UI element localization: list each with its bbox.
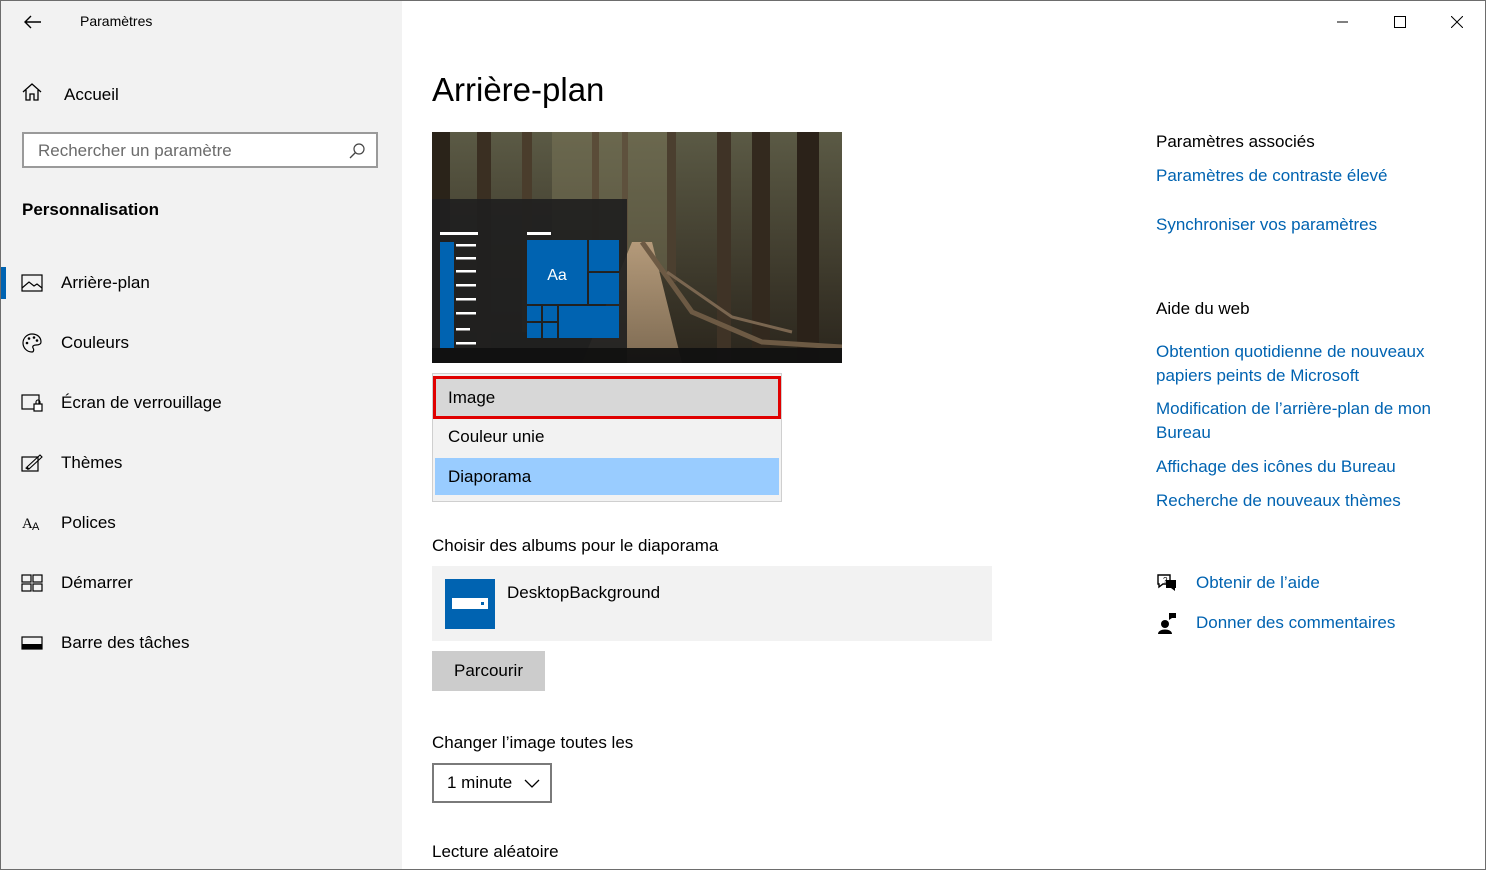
albums-label: Choisir des albums pour le diaporama: [432, 536, 719, 555]
selection-indicator: [1, 267, 6, 299]
sidebar-item-label: Arrière-plan: [61, 273, 150, 292]
folder-icon: [445, 579, 495, 629]
sidebar-item-label: Écran de verrouillage: [61, 393, 222, 412]
dropdown-option-couleur-unie[interactable]: Couleur unie: [435, 418, 779, 455]
link-icones-bureau[interactable]: Affichage des icônes du Bureau: [1156, 455, 1396, 479]
maximize-icon[interactable]: [1371, 1, 1428, 43]
lock-screen-icon: [21, 392, 43, 414]
sidebar-item-couleurs[interactable]: Couleurs: [1, 323, 402, 363]
shuffle-label: Lecture aléatoire: [432, 842, 559, 861]
home-label: Accueil: [64, 84, 119, 104]
section-title: Personnalisation: [22, 200, 159, 219]
browse-button[interactable]: Parcourir: [432, 651, 545, 691]
settings-window: Paramètres Accueil Personnalisation Arri…: [0, 0, 1486, 870]
link-modification-arriere-plan[interactable]: Modification de l’arrière-plan de mon Bu…: [1156, 397, 1456, 445]
link-papiers-peints[interactable]: Obtention quotidienne de nouveaux papier…: [1156, 340, 1456, 388]
album-item[interactable]: DesktopBackground: [432, 566, 992, 641]
interval-select[interactable]: 1 minute: [432, 763, 552, 803]
sidebar-item-label: Couleurs: [61, 333, 130, 352]
sidebar-item-themes[interactable]: Thèmes: [1, 443, 402, 483]
start-icon: [21, 572, 43, 594]
web-help-heading: Aide du web: [1156, 299, 1250, 318]
sidebar-item-label: Démarrer: [61, 573, 133, 592]
app-title: Paramètres: [80, 13, 153, 29]
picture-icon: [21, 272, 43, 294]
palette-icon: [21, 332, 43, 354]
page-title: Arrière-plan: [432, 71, 605, 108]
dropdown-option-image[interactable]: Image: [433, 376, 781, 419]
interval-value: 1 minute: [447, 773, 513, 792]
home-link[interactable]: Accueil: [21, 81, 119, 108]
main-content: Arrière-plan Aa Image Couleur unie Diapo…: [402, 1, 1485, 869]
sidebar-item-ecran-verrouillage[interactable]: Écran de verrouillage: [1, 383, 402, 423]
sidebar: Paramètres Accueil Personnalisation Arri…: [1, 1, 402, 869]
fonts-icon: AA: [21, 512, 43, 534]
svg-text:A: A: [32, 521, 40, 533]
related-settings-heading: Paramètres associés: [1156, 132, 1315, 151]
background-preview: Aa: [432, 132, 842, 363]
search-box[interactable]: [22, 132, 378, 168]
feedback-link[interactable]: Donner des commentaires: [1156, 612, 1395, 634]
chevron-down-icon: [524, 776, 540, 794]
background-type-dropdown[interactable]: Image Couleur unie Diaporama: [432, 373, 782, 502]
dropdown-option-diaporama[interactable]: Diaporama: [435, 458, 779, 495]
taskbar-icon: [21, 632, 43, 654]
sidebar-item-label: Thèmes: [61, 453, 123, 472]
link-nouveaux-themes[interactable]: Recherche de nouveaux thèmes: [1156, 489, 1401, 513]
help-chat-icon: ?: [1156, 572, 1178, 594]
search-input[interactable]: [24, 134, 340, 168]
search-icon[interactable]: [348, 142, 366, 165]
feedback-person-icon: [1156, 612, 1178, 634]
link-synchroniser[interactable]: Synchroniser vos paramètres: [1156, 213, 1377, 237]
feedback-label: Donner des commentaires: [1196, 613, 1396, 632]
minimize-icon[interactable]: [1314, 1, 1371, 43]
svg-text:?: ?: [1163, 576, 1168, 585]
album-name: DesktopBackground: [507, 583, 661, 602]
window-controls: [1314, 1, 1485, 43]
sidebar-item-barre-taches[interactable]: Barre des tâches: [1, 623, 402, 663]
link-contraste-eleve[interactable]: Paramètres de contraste élevé: [1156, 164, 1388, 188]
themes-icon: [21, 452, 43, 474]
forest-wallpaper-preview: Aa: [432, 132, 842, 363]
sidebar-item-arriere-plan[interactable]: Arrière-plan: [1, 263, 402, 303]
sidebar-item-label: Polices: [61, 513, 116, 532]
sidebar-item-polices[interactable]: AA Polices: [1, 503, 402, 543]
sidebar-item-demarrer[interactable]: Démarrer: [1, 563, 402, 603]
sidebar-item-label: Barre des tâches: [61, 633, 190, 652]
home-icon: [21, 81, 43, 108]
preview-tile-text: Aa: [547, 267, 567, 284]
get-help-label: Obtenir de l’aide: [1196, 573, 1320, 592]
close-icon[interactable]: [1428, 1, 1485, 43]
interval-label: Changer l’image toutes les: [432, 733, 634, 752]
get-help-link[interactable]: ? Obtenir de l’aide: [1156, 572, 1320, 594]
back-arrow-icon[interactable]: [20, 9, 46, 35]
